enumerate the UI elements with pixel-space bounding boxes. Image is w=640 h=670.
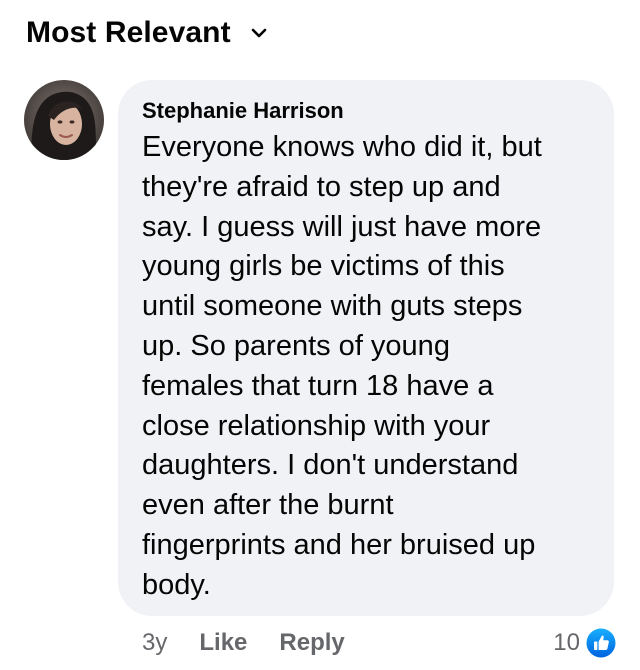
comment-author[interactable]: Stephanie Harrison: [142, 96, 592, 126]
comment-actions: 3y Like Reply: [142, 624, 345, 662]
reaction-summary[interactable]: 10: [553, 624, 616, 662]
like-thumb-icon: [586, 628, 616, 658]
comment-text: Everyone knows who did it, but they're a…: [142, 131, 542, 601]
sort-dropdown[interactable]: Most Relevant: [26, 12, 267, 54]
reply-button[interactable]: Reply: [279, 629, 344, 657]
like-button[interactable]: Like: [199, 629, 247, 657]
sort-label: Most Relevant: [26, 16, 231, 49]
chevron-down-icon: [251, 28, 266, 38]
reaction-count: 10: [553, 629, 580, 656]
user-avatar-icon: [24, 80, 104, 160]
comment-bubble: Stephanie Harrison Everyone knows who di…: [118, 80, 614, 616]
avatar[interactable]: [24, 80, 104, 160]
comment-timestamp[interactable]: 3y: [142, 629, 167, 657]
